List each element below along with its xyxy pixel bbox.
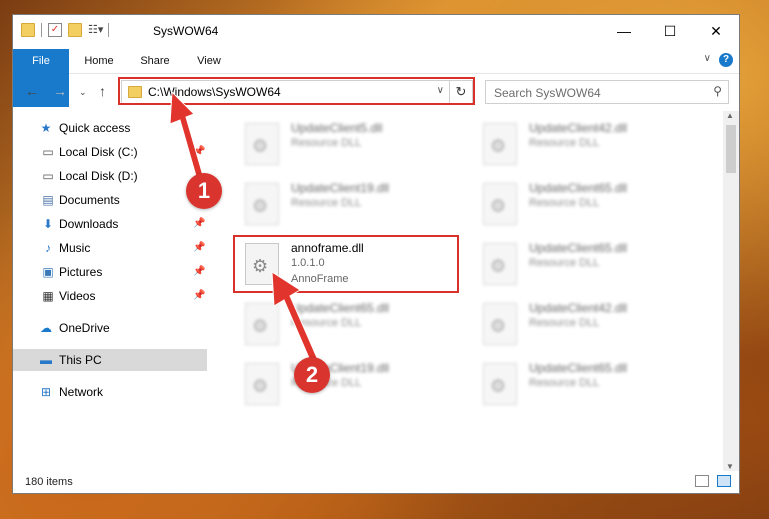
maximize-icon[interactable]: ☐ [647,15,693,47]
recent-locations-icon[interactable]: ⌄ [79,87,87,98]
music-icon: ♪ [45,241,51,255]
scroll-down-icon[interactable]: ▼ [726,462,734,471]
sidebar-item-network[interactable]: ⊞ Network [13,381,207,403]
dll-file-icon: ⚙ [245,123,279,165]
star-icon: ★ [40,121,52,135]
cloud-icon: ☁ [40,321,52,335]
dll-file-icon: ⚙ [483,303,517,345]
file-item[interactable]: ⚙ UpdateClient42.dll Resource DLL [471,115,699,173]
scroll-up-icon[interactable]: ▲ [726,111,734,120]
sidebar-item-pictures[interactable]: ▣ Pictures 📌 [13,261,207,283]
sidebar-item-downloads[interactable]: ⬇ Downloads 📌 [13,213,207,235]
new-folder-icon[interactable] [68,23,82,37]
help-icon[interactable]: ? [719,53,733,67]
details-view-icon[interactable] [695,475,709,487]
file-item[interactable]: ⚙ UpdateClient65.dll Resource DLL [471,355,699,413]
videos-icon: ▦ [42,289,54,303]
search-placeholder: Search SysWOW64 [494,86,601,100]
address-row: ← → ⌄ ↑ C:\Windows\SysWOW64 ∨ ↻ Search S… [13,77,739,107]
documents-icon: ▤ [42,193,54,207]
back-icon[interactable]: ← [25,83,39,99]
ribbon-tabs: File Home Share View [13,49,739,107]
drive-icon: ▭ [42,145,54,159]
minimize-icon[interactable]: — [601,15,647,47]
forward-icon[interactable]: → [53,83,67,99]
divider [108,23,109,37]
pin-icon: 📌 [193,218,206,229]
tab-share[interactable]: Share [131,49,179,73]
sidebar-item-this-pc[interactable]: ▬ This PC [13,349,207,371]
close-icon[interactable]: ✕ [693,15,739,47]
item-count: 180 items [25,476,73,488]
download-icon: ⬇ [42,217,54,231]
pin-icon: 📌 [193,266,206,277]
file-item[interactable]: ⚙ UpdateClient65.dll Resource DLL [471,175,699,233]
explorer-window: ✓ ☷▾ SysWOW64 — ☐ ✕ File Home Share View… [12,14,740,494]
pictures-icon: ▣ [42,265,54,279]
annotation-arrow-2 [271,271,319,366]
vertical-scrollbar[interactable]: ▲ ▼ [723,111,739,471]
divider [41,23,42,37]
customize-toolbar-icon[interactable]: ☷▾ [88,23,103,37]
tab-view[interactable]: View [187,49,231,73]
sidebar-item-music[interactable]: ♪ Music 📌 [13,237,207,259]
computer-icon: ▬ [40,353,52,367]
step-2-badge: 2 [294,357,330,393]
dll-file-icon: ⚙ [483,123,517,165]
pin-icon: 📌 [193,290,206,301]
up-icon[interactable]: ↑ [99,83,106,99]
sidebar-item-videos[interactable]: ▦ Videos 📌 [13,285,207,307]
properties-icon[interactable]: ✓ [48,23,62,37]
file-item[interactable]: ⚙ UpdateClient5.dll Resource DLL [233,115,461,173]
ribbon-expand-icon[interactable]: ∨ [704,53,711,64]
step-1-badge: 1 [186,173,222,209]
dll-file-icon: ⚙ [483,243,517,285]
dll-file-icon: ⚙ [245,183,279,225]
search-icon: ⚲ [713,84,722,98]
dll-file-icon: ⚙ [483,363,517,405]
quick-access-toolbar: ✓ ☷▾ [21,23,109,37]
file-item[interactable]: ⚙ UpdateClient65.dll Resource DLL [471,235,699,293]
tab-home[interactable]: Home [75,49,123,73]
drive-icon: ▭ [42,169,54,183]
file-item[interactable]: ⚙ UpdateClient19.dll Resource DLL [233,175,461,233]
network-icon: ⊞ [40,385,52,399]
pin-icon: 📌 [193,242,206,253]
folder-icon [21,23,35,37]
window-title: SysWOW64 [153,24,219,38]
search-input[interactable]: Search SysWOW64 ⚲ [485,80,729,104]
scrollbar-thumb[interactable] [726,125,736,173]
file-item[interactable]: ⚙ UpdateClient42.dll Resource DLL [471,295,699,353]
large-icons-view-icon[interactable] [717,475,731,487]
title-bar: ✓ ☷▾ SysWOW64 — ☐ ✕ [13,15,739,47]
sidebar-item-onedrive[interactable]: ☁ OneDrive [13,317,207,339]
status-bar: 180 items [13,471,739,493]
dll-file-icon: ⚙ [483,183,517,225]
